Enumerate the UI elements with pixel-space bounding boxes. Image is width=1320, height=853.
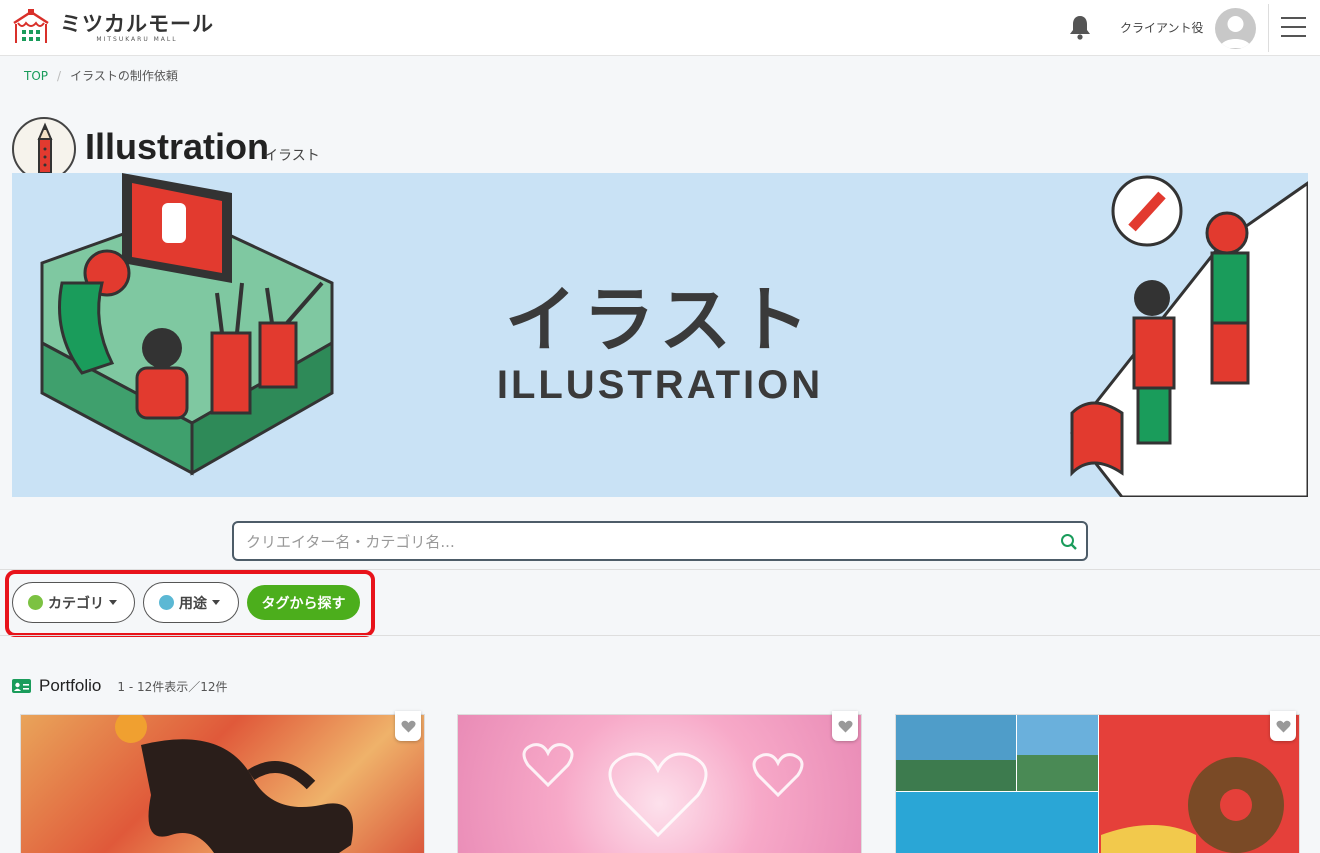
notification-bell-icon[interactable] <box>1068 14 1092 40</box>
heart-icon <box>837 720 853 732</box>
caret-down-icon <box>109 600 117 605</box>
caret-down-icon <box>212 600 220 605</box>
header-divider <box>1268 4 1269 52</box>
breadcrumb-separator: / <box>57 68 62 83</box>
portfolio-heading: Portfolio 1 - 12件表示／12件 <box>12 676 228 696</box>
category-dropdown-label: カテゴリ <box>48 595 104 612</box>
portfolio-thumbnail <box>896 715 1299 853</box>
portfolio-card[interactable] <box>457 714 862 853</box>
avatar-placeholder-icon <box>1220 16 1251 48</box>
heart-icon <box>400 720 416 732</box>
pencil-icon <box>37 122 53 174</box>
category-dropdown[interactable]: カテゴリ <box>12 582 135 623</box>
tag-search-button[interactable]: タグから探す <box>247 585 360 620</box>
section-divider <box>0 635 1320 636</box>
user-name[interactable]: クライアント役 <box>1120 19 1204 36</box>
category-dot-icon <box>28 595 43 610</box>
portfolio-card[interactable] <box>895 714 1300 853</box>
breadcrumb-current: イラストの制作依頼 <box>70 69 178 83</box>
search-icon[interactable] <box>1060 533 1078 551</box>
portfolio-thumbnail <box>522 743 804 838</box>
search-bar <box>232 521 1088 561</box>
logo-name: ミツカルモール <box>60 12 214 36</box>
usage-dropdown[interactable]: 用途 <box>143 582 239 623</box>
category-banner: イラスト ILLUSTRATION <box>12 173 1308 497</box>
category-icon <box>12 117 76 181</box>
site-logo[interactable]: ミツカルモール MITSUKARU MALL <box>10 9 214 47</box>
breadcrumb-top-link[interactable]: TOP <box>24 69 48 83</box>
breadcrumb: TOP / イラストの制作依頼 <box>24 67 178 84</box>
banner-illustration-right <box>1070 175 1308 497</box>
usage-dot-icon <box>159 595 174 610</box>
mall-logo-icon <box>13 9 49 43</box>
favorite-button[interactable] <box>832 711 858 741</box>
favorite-button[interactable] <box>395 711 421 741</box>
user-avatar[interactable] <box>1215 8 1256 49</box>
search-input[interactable] <box>246 531 1046 553</box>
portfolio-card[interactable] <box>20 714 425 853</box>
logo-subtitle: MITSUKARU MALL <box>96 36 178 43</box>
portfolio-count: 1 - 12件表示／12件 <box>117 679 228 694</box>
page-title: Illustration <box>85 126 270 167</box>
page-subtitle: イラスト <box>264 148 320 164</box>
portfolio-title: Portfolio <box>39 676 102 695</box>
id-card-icon <box>12 679 31 693</box>
usage-dropdown-label: 用途 <box>179 595 207 612</box>
heart-icon <box>1275 720 1291 732</box>
favorite-button[interactable] <box>1270 711 1296 741</box>
site-header: ミツカルモール MITSUKARU MALL クライアント役 <box>0 0 1320 56</box>
hamburger-menu-icon[interactable] <box>1281 17 1306 37</box>
portfolio-thumbnail <box>115 715 353 853</box>
